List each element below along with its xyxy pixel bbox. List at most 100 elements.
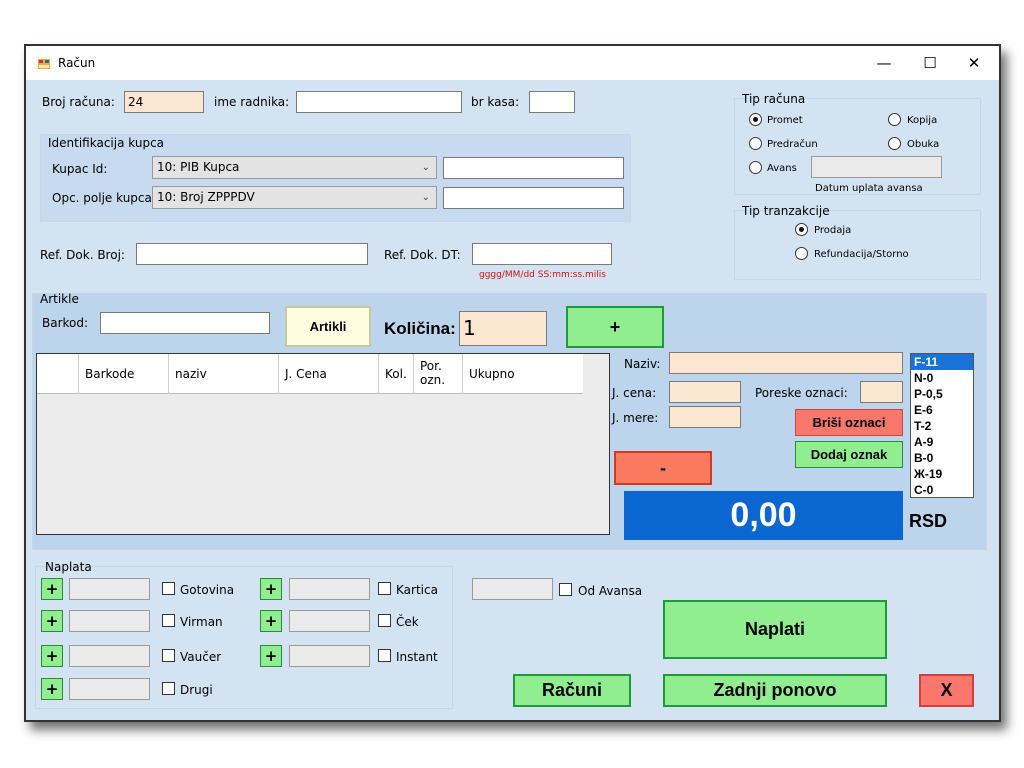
add-item-button[interactable]: + [566, 306, 664, 348]
drugi-label: Drugi [180, 683, 213, 697]
datum-uplata-label: Datum uplata avansa [815, 183, 923, 194]
gotovina-checkbox[interactable] [162, 582, 175, 595]
ime-radnika-field[interactable] [296, 91, 462, 113]
gotovina-label: Gotovina [180, 583, 235, 597]
kupac-id-selected: 10: PIB Kupca [157, 160, 240, 174]
cek-checkbox[interactable] [378, 614, 391, 627]
opc-polje-selected: 10: Broj ZPPPDV [157, 190, 255, 204]
artikli-button[interactable]: Artikli [285, 306, 371, 347]
app-icon [38, 59, 50, 69]
kupac-id-field[interactable] [443, 157, 624, 179]
avans-amount-field[interactable] [811, 156, 942, 178]
tax-code-item[interactable]: T-2 [911, 418, 973, 434]
od-avansa-label: Od Avansa [578, 584, 643, 598]
refundacija-label: Refundacija/Storno [814, 249, 909, 260]
radio-obuka[interactable] [888, 137, 901, 150]
remove-item-button[interactable]: - [614, 451, 712, 485]
add-virman-button[interactable]: + [41, 610, 63, 632]
gotovina-amount-field[interactable] [69, 578, 150, 600]
radio-promet[interactable] [749, 113, 762, 126]
j-cena-field[interactable] [669, 381, 741, 403]
tax-code-item[interactable]: C-0 [911, 482, 973, 498]
vaucer-amount-field[interactable] [69, 645, 150, 667]
poreske-oznaci-field[interactable] [860, 381, 903, 403]
add-instant-button[interactable]: + [260, 645, 282, 667]
column-header-j-cena[interactable]: J. Cena [279, 354, 379, 394]
title-bar: Račun — ☐ ✕ [26, 46, 999, 80]
broj-racuna-field[interactable]: 24 [124, 91, 204, 113]
opc-polje-field[interactable] [443, 187, 624, 209]
add-kartica-button[interactable]: + [260, 578, 282, 600]
column-header-barkode[interactable]: Barkode [79, 354, 169, 394]
vaucer-checkbox[interactable] [162, 649, 175, 662]
tax-code-item[interactable]: A-9 [911, 434, 973, 450]
radio-kopija[interactable] [888, 113, 901, 126]
cek-amount-field[interactable] [289, 610, 370, 632]
radio-predracun[interactable] [749, 137, 762, 150]
minimize-button[interactable]: — [861, 46, 907, 80]
tax-code-item[interactable]: E-6 [911, 402, 973, 418]
j-mere-label: J. mere: [612, 411, 659, 425]
prodaja-label: Prodaja [814, 225, 852, 236]
column-header-por-ozn[interactable]: Por. ozn. [414, 354, 463, 394]
radio-prodaja[interactable] [795, 223, 808, 236]
column-header-naziv[interactable]: naziv [169, 354, 279, 394]
tax-code-item[interactable]: P-0,5 [911, 386, 973, 402]
br-kasa-field[interactable] [529, 91, 575, 113]
od-avansa-amount-field[interactable] [472, 578, 553, 600]
kartica-checkbox[interactable] [378, 582, 391, 595]
window-title: Račun [58, 56, 96, 70]
radio-avans[interactable] [749, 161, 762, 174]
currency-label: RSD [909, 511, 948, 531]
tax-code-item[interactable]: Ж-19 [911, 466, 973, 482]
add-gotovina-button[interactable]: + [41, 578, 63, 600]
ime-radnika-label: ime radnika: [214, 95, 290, 109]
tax-code-item[interactable]: N-0 [911, 370, 973, 386]
drugi-checkbox[interactable] [162, 682, 175, 695]
kupac-id-select[interactable]: 10: PIB Kupca ⌄ [152, 156, 437, 179]
kolicina-field[interactable]: 1 [459, 311, 547, 346]
tip-tranzakcije-title: Tip tranzakcije [742, 204, 830, 218]
brisi-oznaci-button[interactable]: Briši oznaci [795, 409, 903, 436]
tax-code-item[interactable]: B-0 [911, 450, 973, 466]
j-mere-field[interactable] [669, 406, 741, 428]
ref-dt-field[interactable] [472, 243, 612, 265]
naziv-field[interactable] [669, 352, 903, 374]
close-window-button[interactable]: ✕ [951, 46, 997, 80]
ref-broj-label: Ref. Dok. Broj: [40, 248, 125, 262]
br-kasa-label: br kasa: [471, 95, 520, 109]
opc-polje-select[interactable]: 10: Broj ZPPPDV ⌄ [152, 186, 437, 209]
instant-checkbox[interactable] [378, 649, 391, 662]
kartica-amount-field[interactable] [289, 578, 370, 600]
promet-label: Promet [767, 115, 803, 126]
column-header-kol[interactable]: Kol. [379, 354, 414, 394]
maximize-icon: ☐ [923, 54, 937, 72]
tip-racuna-title: Tip računa [742, 92, 806, 106]
virman-amount-field[interactable] [69, 610, 150, 632]
obuka-label: Obuka [907, 139, 940, 150]
drugi-amount-field[interactable] [69, 678, 150, 700]
avans-label: Avans [767, 163, 797, 174]
racuni-button[interactable]: Računi [513, 674, 631, 707]
tax-codes-list[interactable]: F-11 N-0 P-0,5 E-6 T-2 A-9 B-0 Ж-19 C-0 [910, 353, 974, 498]
add-vaucer-button[interactable]: + [41, 645, 63, 667]
dodaj-oznak-button[interactable]: Dodaj oznak [795, 441, 903, 468]
column-header-ukupno[interactable]: Ukupno [463, 354, 583, 394]
add-drugi-button[interactable]: + [41, 678, 63, 700]
radio-refundacija[interactable] [795, 247, 808, 260]
kopija-label: Kopija [907, 115, 938, 126]
instant-amount-field[interactable] [289, 645, 370, 667]
column-header-select[interactable] [37, 354, 79, 394]
items-table[interactable]: Barkode naziv J. Cena Kol. Por. ozn. Uku… [36, 353, 610, 535]
virman-checkbox[interactable] [162, 614, 175, 627]
zadnji-ponovo-button[interactable]: Zadnji ponovo [663, 674, 887, 707]
naplati-button[interactable]: Naplati [663, 600, 887, 659]
barkod-field[interactable] [100, 312, 270, 334]
od-avansa-checkbox[interactable] [559, 583, 572, 596]
add-cek-button[interactable]: + [260, 610, 282, 632]
barkod-label: Barkod: [42, 316, 89, 330]
tax-code-item[interactable]: F-11 [911, 354, 973, 370]
ref-broj-field[interactable] [136, 243, 368, 265]
maximize-button[interactable]: ☐ [907, 46, 953, 80]
close-form-button[interactable]: X [919, 674, 974, 707]
